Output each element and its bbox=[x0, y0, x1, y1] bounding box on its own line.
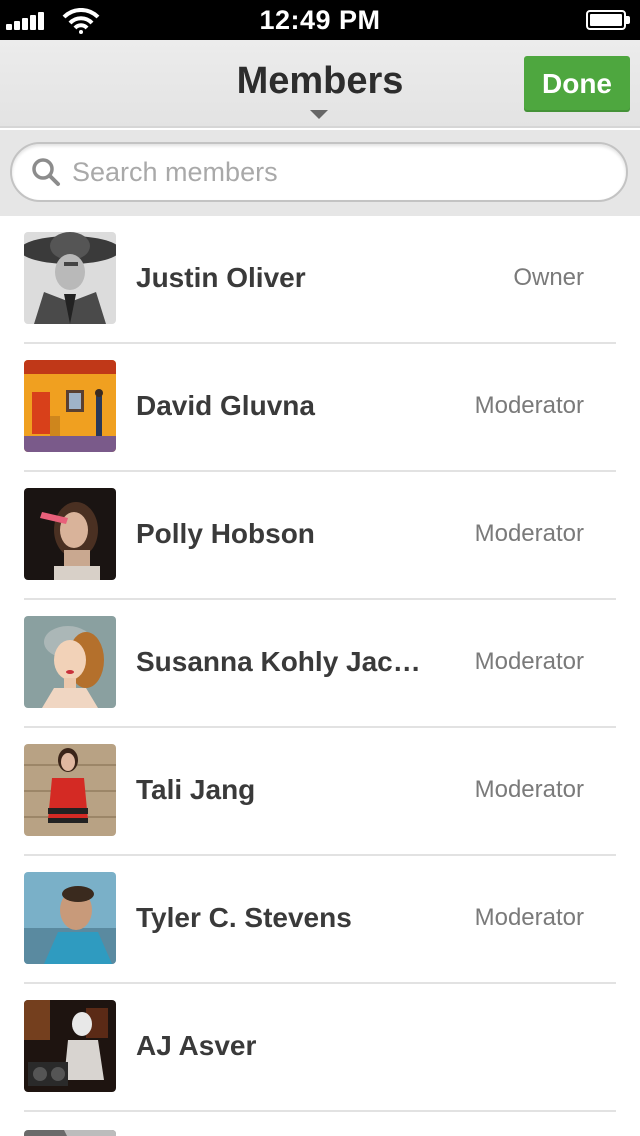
member-role: Moderator bbox=[474, 520, 584, 547]
member-row[interactable] bbox=[0, 1112, 640, 1136]
search-input[interactable]: Search members bbox=[10, 142, 628, 202]
member-row[interactable]: Tyler C. Stevens Moderator bbox=[0, 856, 640, 984]
search-icon bbox=[32, 158, 60, 186]
member-name: Susanna Kohly Jaco… bbox=[136, 646, 426, 677]
member-name: Tyler C. Stevens bbox=[136, 902, 352, 933]
member-row[interactable]: Polly Hobson Moderator bbox=[0, 472, 640, 600]
avatar bbox=[24, 1000, 116, 1092]
member-name: Polly Hobson bbox=[136, 518, 315, 549]
member-role: Moderator bbox=[474, 648, 584, 675]
member-name: Justin Oliver bbox=[136, 262, 306, 293]
member-name: David Gluvna bbox=[136, 390, 315, 421]
member-row[interactable]: David Gluvna Moderator bbox=[0, 344, 640, 472]
member-role: Owner bbox=[513, 264, 584, 291]
member-role: Moderator bbox=[474, 904, 584, 931]
search-bar: Search members bbox=[0, 130, 640, 216]
member-row[interactable]: AJ Asver bbox=[0, 984, 640, 1112]
member-name: Tali Jang bbox=[136, 774, 256, 805]
avatar bbox=[24, 360, 116, 452]
done-button[interactable]: Done bbox=[524, 56, 630, 112]
search-placeholder: Search members bbox=[72, 157, 278, 187]
member-row[interactable]: Justin Oliver Owner bbox=[0, 216, 640, 344]
caret-down-icon[interactable] bbox=[310, 110, 328, 119]
avatar bbox=[24, 232, 116, 324]
member-role: Moderator bbox=[474, 392, 584, 419]
status-bar: 12:49 PM bbox=[0, 0, 640, 40]
avatar bbox=[24, 872, 116, 964]
member-list: Justin Oliver Owner David Gluvna Moderat… bbox=[0, 216, 640, 1136]
member-role: Moderator bbox=[474, 776, 584, 803]
avatar bbox=[24, 744, 116, 836]
avatar bbox=[24, 616, 116, 708]
battery-icon bbox=[586, 10, 630, 30]
avatar bbox=[24, 488, 116, 580]
member-name: AJ Asver bbox=[136, 1030, 257, 1061]
member-row[interactable]: Tali Jang Moderator bbox=[0, 728, 640, 856]
nav-bar: Members Done bbox=[0, 40, 640, 128]
status-time: 12:49 PM bbox=[259, 5, 381, 35]
member-row[interactable]: Susanna Kohly Jaco… Moderator bbox=[0, 600, 640, 728]
avatar bbox=[24, 1130, 116, 1136]
